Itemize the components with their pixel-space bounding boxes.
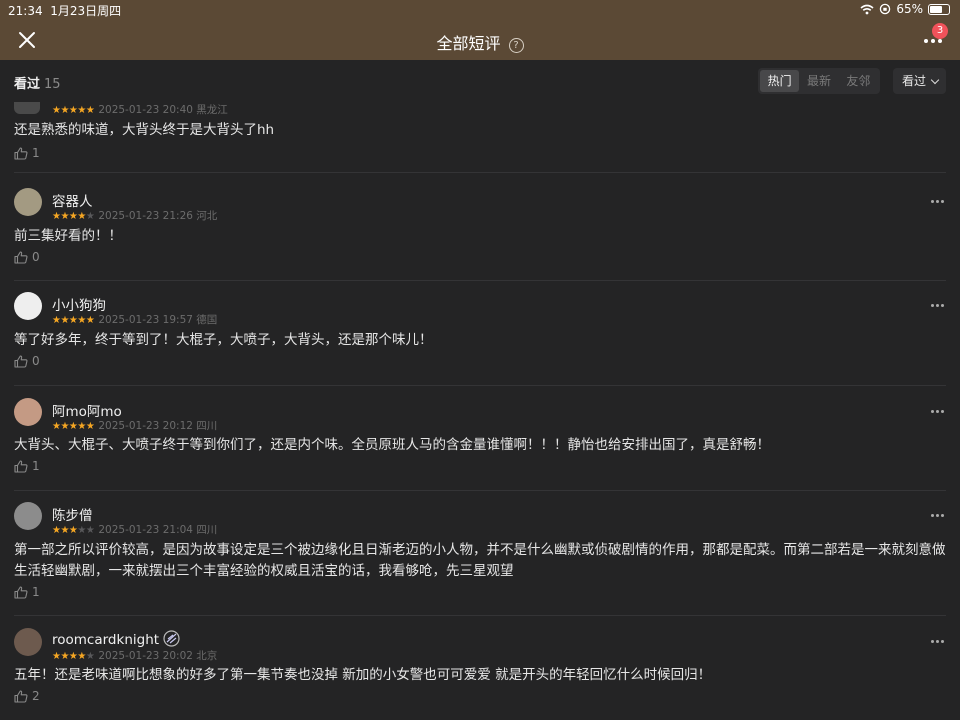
commenter-name[interactable]: 阿mo阿mo [52,400,122,420]
avatar[interactable] [14,398,42,426]
comment-text: 五年！还是老味道啊比想象的好多了第一集节奏也没掉 新加的小女警也可可爱爱 就是开… [14,667,712,683]
orientation-lock-icon [880,3,891,15]
status-bar: 21:34 1月23日周四 65% [0,0,960,19]
like-count: 1 [32,585,40,599]
comment-location: 四川 [196,420,218,432]
battery-percent: 65% [896,2,923,16]
like-button[interactable]: 1 [14,585,40,599]
divider [14,280,946,281]
page-title: 全部短评? [0,30,960,54]
comment-text: 前三集好看的！！ [14,228,122,244]
rating-stars-icon: ★★★★★ [52,105,95,116]
comment-date: 2025-01-23 20:02 [98,650,197,662]
comment-date: 2025-01-23 20:40 [98,104,197,116]
watched-count: 15 [44,77,61,92]
thumbs-up-icon [14,146,28,160]
comment-date: 2025-01-23 21:04 [98,524,197,536]
avatar[interactable] [14,628,42,656]
more-icon[interactable] [924,39,942,43]
comment-meta: ★★★★★ 2025-01-23 19:57 德国 [52,312,217,327]
like-button[interactable]: 1 [14,146,40,160]
wifi-icon [860,4,874,14]
rating-stars-icon: ★★★★★ [52,211,95,222]
comment-meta: ★★★★★ 2025-01-23 21:04 四川 [52,522,217,537]
status-right: 65% [860,2,950,16]
commenter-name[interactable]: roomcardknight [52,630,180,648]
nav-bar: 全部短评? 3 [0,19,960,60]
comment-location: 黑龙江 [196,104,228,116]
comment-date: 2025-01-23 19:57 [98,314,197,326]
like-count: 1 [32,459,40,473]
comment-location: 四川 [196,524,218,536]
sort-tabs: 热门 最新 友邻 [758,68,880,94]
divider [14,385,946,386]
status-filter-dropdown[interactable]: 看过 [893,68,946,94]
comment-more-icon[interactable] [931,514,944,517]
rating-stars-icon: ★★★★★ [52,421,95,432]
thumbs-up-icon [14,585,28,599]
divider [14,490,946,491]
battery-icon [928,3,950,15]
watched-label: 看过 15 [14,77,61,92]
comment-text: 第一部之所以评价较高，是因为故事设定是三个被边缘化且日渐老迈的小人物，并不是什么… [14,542,946,579]
comment-meta: ★★★★★ 2025-01-23 20:02 北京 [52,648,217,663]
comment-more-icon[interactable] [931,640,944,643]
comment-text: 大背头、大棍子、大喷子终于等到你们了，还是内个味。全员原班人马的含金量谁懂啊！！… [14,437,770,453]
comment-meta: ★★★★★ 2025-01-23 21:26 河北 [52,208,217,223]
commenter-name[interactable]: 容器人 [52,190,93,210]
avatar[interactable] [14,102,40,114]
comment-more-icon[interactable] [931,200,944,203]
comment-date: 2025-01-23 21:26 [98,210,197,222]
comment-location: 河北 [196,210,218,222]
divider [14,615,946,616]
comment-text: 等了好多年，终于等到了！大棍子，大喷子，大背头，还是那个味儿！ [14,332,433,348]
comment-text: 还是熟悉的味道，大背头终于是大背头了hh [14,122,275,138]
like-count: 0 [32,250,40,264]
thumbs-up-icon [14,354,28,368]
avatar[interactable] [14,502,42,530]
divider [14,172,946,173]
tab-hot[interactable]: 热门 [760,70,800,92]
rating-stars-icon: ★★★★★ [52,525,95,536]
thumbs-up-icon [14,459,28,473]
comment-more-icon[interactable] [931,410,944,413]
thumbs-up-icon [14,689,28,703]
commenter-name[interactable]: 小小狗狗 [52,294,106,314]
tab-latest[interactable]: 最新 [799,70,838,92]
like-count: 2 [32,689,40,703]
like-button[interactable]: 2 [14,689,40,703]
avatar[interactable] [14,292,42,320]
comment-date: 2025-01-23 20:12 [98,420,197,432]
comment-meta: ★★★★★ 2025-01-23 20:12 四川 [52,418,217,433]
help-icon[interactable]: ? [508,38,524,53]
like-button[interactable]: 0 [14,250,40,264]
tab-friends[interactable]: 友邻 [839,70,878,92]
comment-list: ★★★★★ 2025-01-23 20:40 黑龙江 还是熟悉的味道，大背头终于是大… [0,102,960,720]
comment-location: 德国 [196,314,218,326]
status-time: 21:34 1月23日周四 [8,4,122,18]
like-count: 0 [32,354,40,368]
verified-badge-icon [163,630,180,647]
commenter-name[interactable]: 陈步僧 [52,504,93,524]
rating-stars-icon: ★★★★★ [52,651,95,662]
comment-more-icon[interactable] [931,304,944,307]
filter-row: 看过 15 热门 最新 友邻 看过 [0,60,960,102]
rating-stars-icon: ★★★★★ [52,315,95,326]
chevron-down-icon [930,75,940,85]
thumbs-up-icon [14,250,28,264]
notification-badge: 3 [932,23,948,39]
comment-location: 北京 [196,650,218,662]
like-count: 1 [32,146,40,160]
like-button[interactable]: 1 [14,459,40,473]
comment-meta: ★★★★★ 2025-01-23 20:40 黑龙江 [52,102,228,117]
avatar[interactable] [14,188,42,216]
like-button[interactable]: 0 [14,354,40,368]
